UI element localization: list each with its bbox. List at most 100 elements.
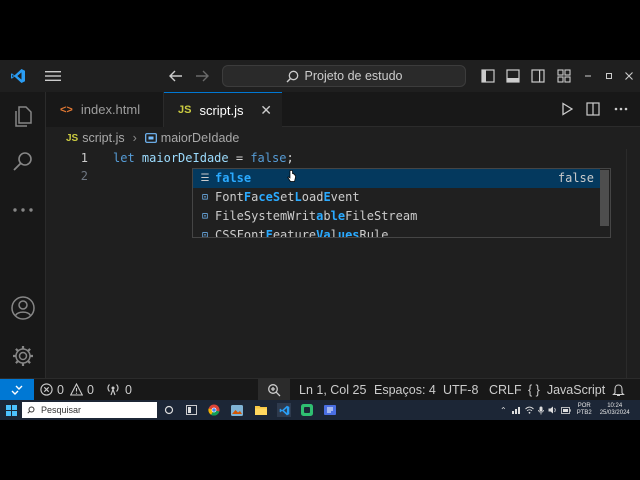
variable-icon: ⊡ (201, 211, 209, 222)
error-icon (40, 383, 53, 396)
volume-icon (548, 406, 556, 414)
suggestion-item[interactable]: ☰ false false (193, 169, 600, 188)
suggestion-label: FontFaceSetLoadEvent (215, 188, 600, 207)
suggestion-label-part: Rule (359, 228, 389, 238)
command-center-label: Projeto de estudo (304, 69, 403, 83)
code-line-1[interactable]: let maiorDeIdade = false; (113, 149, 294, 167)
taskbar-search-placeholder: Pesquisar (41, 405, 82, 415)
suggestion-item[interactable]: ⊡ FontFaceSetLoadEvent (193, 188, 600, 207)
more-icon[interactable] (0, 190, 46, 230)
ports-count: 0 (125, 382, 132, 397)
suggest-scrollbar[interactable] (600, 170, 609, 226)
tab-index-html[interactable]: <> index.html (46, 92, 164, 127)
broadcast-icon (107, 384, 119, 396)
suggestion-label-part: et (280, 190, 295, 204)
chrome-icon[interactable] (207, 403, 221, 417)
clock-time: 10:24 (607, 403, 623, 409)
vscode-taskbar-icon[interactable] (277, 403, 291, 417)
tab-script-js[interactable]: JS script.js ✕ (164, 92, 282, 127)
value-token: false (250, 151, 287, 165)
breadcrumb-file[interactable]: script.js (82, 131, 124, 145)
language-mode[interactable]: { } JavaScript (528, 379, 605, 400)
explorer-icon[interactable] (0, 96, 46, 136)
app-green-icon[interactable] (300, 403, 314, 417)
semicolon-token: ; (286, 151, 294, 165)
suggestion-label-part: Font (215, 190, 244, 204)
variable-icon (144, 133, 157, 143)
task-view-icon[interactable] (162, 403, 176, 417)
error-count: 0 (57, 382, 64, 397)
notifications-bell-icon[interactable] (612, 379, 625, 400)
wifi-icon (524, 406, 534, 414)
file-explorer-icon[interactable] (254, 403, 268, 417)
variable-icon: ⊡ (201, 230, 209, 238)
keyword-icon: ☰ (200, 173, 210, 184)
editor-scrollbar[interactable] (626, 149, 640, 378)
toggle-primary-sidebar-icon[interactable] (478, 66, 498, 86)
suggestion-label-part: S (272, 190, 281, 204)
zoom-icon[interactable] (258, 379, 290, 401)
widgets-icon[interactable] (184, 403, 198, 417)
activity-bar (0, 92, 46, 378)
search-icon (286, 70, 298, 82)
suggestion-label: CSSFontFeatureValuesRule (215, 226, 600, 238)
command-center-search[interactable]: Projeto de estudo (222, 65, 466, 87)
input-language[interactable]: POR PTB2 (577, 403, 592, 417)
microphone-icon (537, 406, 544, 414)
breadcrumb-symbol[interactable]: maiorDeIdade (161, 131, 240, 145)
forward-arrow-icon[interactable] (192, 66, 212, 86)
more-actions-icon[interactable] (612, 99, 630, 119)
suggestion-label-part: ues (337, 228, 360, 238)
suggest-widget[interactable]: ☰ false false ⊡ FontFaceSetLoadEvent ⊡ FileSys… (192, 168, 611, 238)
suggestion-item[interactable]: ⊡ CSSFontFeatureValuesRule (193, 226, 600, 238)
suggestion-item[interactable]: ⊡ FileSystemWritableFileStream (193, 207, 600, 226)
chevron-up-icon: ⌃ (500, 405, 507, 415)
split-editor-icon[interactable] (584, 99, 602, 119)
suggestion-label-part: L (294, 190, 302, 204)
suggestion-label-part: tream (381, 209, 418, 223)
toggle-secondary-sidebar-icon[interactable] (528, 66, 548, 86)
line-number: 2 (80, 169, 88, 183)
cursor-position[interactable]: Ln 1, Col 25 (299, 379, 366, 400)
suggestion-detail: false (557, 171, 594, 185)
end-of-line[interactable]: CRLF (489, 379, 522, 400)
accounts-icon[interactable] (0, 288, 46, 328)
suggestion-label: FileSystemWritableFileStream (215, 207, 600, 226)
clock[interactable]: 10:24 25/03/2024 (600, 403, 630, 417)
search-icon[interactable] (0, 142, 46, 182)
ports-indicator[interactable]: 0 (106, 379, 132, 400)
language-bottom: PTB2 (576, 410, 592, 416)
system-tray-icons[interactable]: ⌃ POR PTB2 10:24 25/03/2024 (500, 400, 640, 420)
editor-tab-bar: <> index.html JS script.js ✕ (46, 92, 640, 127)
menu-icon[interactable] (43, 66, 63, 86)
title-bar: Projeto de estudo (0, 60, 640, 92)
windows-start-icon[interactable] (4, 403, 18, 417)
remote-indicator-icon[interactable] (0, 379, 34, 401)
customize-layout-icon[interactable] (554, 66, 574, 86)
close-tab-icon[interactable]: ✕ (260, 102, 272, 119)
encoding[interactable]: UTF-8 (443, 379, 478, 400)
suggestion-label: false (215, 169, 558, 188)
battery-icon (560, 406, 571, 414)
close-window-icon[interactable] (621, 66, 637, 86)
minimize-icon[interactable] (580, 66, 596, 86)
restore-icon[interactable] (601, 66, 617, 86)
app-blue-icon[interactable] (323, 403, 337, 417)
taskbar-search-box[interactable]: Pesquisar (22, 402, 157, 418)
js-file-icon: JS (66, 132, 79, 144)
toggle-panel-icon[interactable] (503, 66, 523, 86)
photos-icon[interactable] (230, 403, 244, 417)
suggestion-label-part: ce (258, 190, 273, 204)
problems-indicator[interactable]: 0 0 (40, 379, 94, 400)
breadcrumb: JS script.js › maiorDeIdade (46, 127, 640, 149)
braces-icon: { } (528, 382, 540, 397)
keyword-token: let (113, 151, 135, 165)
line-number: 1 (80, 151, 88, 165)
letterbox-bottom (0, 420, 640, 480)
js-file-icon: JS (178, 104, 192, 116)
indentation[interactable]: Espaços: 4 (374, 379, 436, 400)
vscode-logo-icon[interactable] (8, 66, 28, 86)
gear-icon[interactable] (0, 336, 46, 376)
run-icon[interactable] (558, 99, 576, 119)
back-arrow-icon[interactable] (166, 66, 186, 86)
